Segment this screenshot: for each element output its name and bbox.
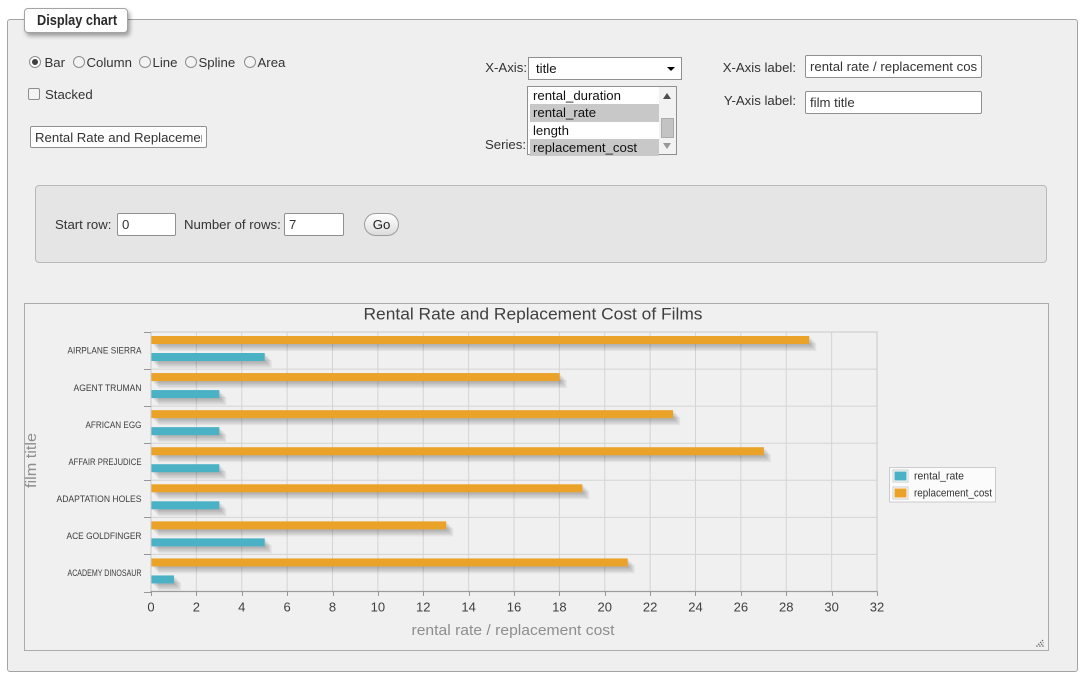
svg-text:AGENT TRUMAN: AGENT TRUMAN [74, 383, 142, 394]
svg-text:AIRPLANE SIERRA: AIRPLANE SIERRA [68, 346, 143, 357]
svg-text:26: 26 [734, 600, 748, 615]
svg-text:AFFAIR PREJUDICE: AFFAIR PREJUDICE [69, 457, 142, 468]
svg-text:16: 16 [507, 600, 521, 615]
svg-text:rental rate / replacement cost: rental rate / replacement cost [412, 622, 616, 639]
svg-text:8: 8 [329, 600, 336, 615]
svg-text:film title: film title [25, 433, 40, 488]
svg-text:ADAPTATION HOLES: ADAPTATION HOLES [57, 494, 142, 505]
svg-text:18: 18 [552, 600, 566, 615]
svg-text:ACADEMY DINOSAUR: ACADEMY DINOSAUR [68, 568, 142, 579]
svg-text:12: 12 [416, 600, 430, 615]
svg-text:AFRICAN EGG: AFRICAN EGG [86, 420, 142, 431]
svg-text:ACE GOLDFINGER: ACE GOLDFINGER [67, 531, 142, 542]
svg-text:20: 20 [598, 600, 612, 615]
svg-text:32: 32 [870, 600, 884, 615]
svg-text:0: 0 [147, 600, 154, 615]
svg-text:30: 30 [824, 600, 838, 615]
svg-text:replacement_cost: replacement_cost [914, 488, 993, 500]
svg-text:2: 2 [193, 600, 200, 615]
svg-text:24: 24 [688, 600, 702, 615]
svg-text:Rental Rate and Replacement Co: Rental Rate and Replacement Cost of Film… [364, 305, 703, 324]
svg-text:4: 4 [238, 600, 245, 615]
svg-text:22: 22 [643, 600, 657, 615]
svg-text:14: 14 [461, 600, 475, 615]
svg-text:6: 6 [284, 600, 291, 615]
svg-text:rental_rate: rental_rate [914, 471, 964, 483]
svg-text:28: 28 [779, 600, 793, 615]
svg-text:10: 10 [371, 600, 385, 615]
